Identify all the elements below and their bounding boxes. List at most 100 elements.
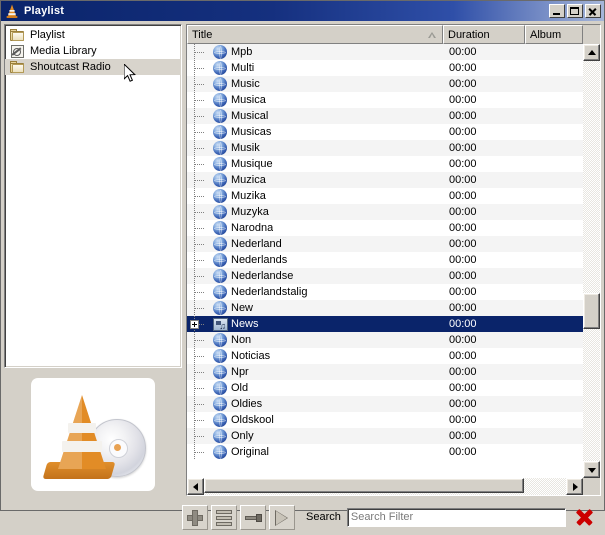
horizontal-scrollbar[interactable] [187, 478, 600, 495]
table-row[interactable]: Musica00:00 [187, 92, 583, 108]
cell-duration: 00:00 [443, 142, 525, 154]
table-row[interactable]: Nederlands 00:00 [187, 252, 583, 268]
table-row[interactable]: Nederlandse00:00 [187, 268, 583, 284]
globe-icon [213, 333, 227, 347]
table-row[interactable]: Nederlandstalig 00:00 [187, 284, 583, 300]
row-title: Old [231, 382, 248, 394]
globe-icon [213, 125, 227, 139]
table-row[interactable]: Mpb00:00 [187, 44, 583, 60]
tree-gutter [187, 268, 213, 284]
tree-gutter [187, 60, 213, 76]
tree-gutter [187, 172, 213, 188]
table-row[interactable]: Musicas00:00 [187, 124, 583, 140]
tree-gutter [187, 124, 213, 140]
row-title: News [231, 318, 259, 330]
row-title: Noticias [231, 350, 270, 362]
table-row[interactable]: Oldies00:00 [187, 396, 583, 412]
cell-title: Oldies [187, 396, 443, 412]
cell-duration: 00:00 [443, 414, 525, 426]
cell-duration: 00:00 [443, 110, 525, 122]
horizontal-scroll-track[interactable] [204, 478, 566, 495]
row-title: Npr [231, 366, 249, 378]
scroll-right-button[interactable] [566, 478, 583, 495]
table-row[interactable]: Only00:00 [187, 428, 583, 444]
table-row[interactable]: Music00:00 [187, 76, 583, 92]
cell-title: Musique [187, 156, 443, 172]
cell-duration: 00:00 [443, 318, 525, 330]
globe-icon [213, 413, 227, 427]
row-title: Musicas [231, 126, 271, 138]
row-title: Multi [231, 62, 254, 74]
table-row[interactable]: Oldskool00:00 [187, 412, 583, 428]
vlc-cone-artwork [31, 378, 155, 491]
row-title: Nederlandstalig [231, 286, 307, 298]
cell-duration: 00:00 [443, 366, 525, 378]
vertical-scroll-thumb[interactable] [583, 293, 600, 329]
table-row[interactable]: Npr 00:00 [187, 364, 583, 380]
globe-icon [213, 45, 227, 59]
table-row[interactable]: Nederland00:00 [187, 236, 583, 252]
table-row[interactable]: Muzyka00:00 [187, 204, 583, 220]
globe-icon [213, 141, 227, 155]
close-button[interactable] [585, 4, 601, 18]
table-row[interactable]: Original00:00 [187, 444, 583, 460]
tree-gutter [187, 316, 213, 332]
add-playlist-button[interactable] [182, 505, 208, 530]
sidebar-item-playlist[interactable]: Playlist [5, 27, 181, 43]
globe-icon [213, 445, 227, 459]
search-input[interactable] [347, 508, 566, 527]
title-bar[interactable]: Playlist [1, 1, 604, 21]
cell-duration: 00:00 [443, 446, 525, 458]
row-title: Nederland [231, 238, 282, 250]
source-tree[interactable]: Playlist Media Library Shoutcast Radio [4, 24, 182, 368]
cell-duration: 00:00 [443, 430, 525, 442]
row-title: Musik [231, 142, 260, 154]
vlc-cone-icon [4, 3, 20, 19]
table-row[interactable]: Muzika00:00 [187, 188, 583, 204]
scroll-left-button[interactable] [187, 478, 204, 495]
column-header-duration[interactable]: Duration [443, 25, 525, 44]
table-row[interactable]: Noticias00:00 [187, 348, 583, 364]
scroll-down-button[interactable] [583, 461, 600, 478]
playlist-options-button[interactable] [240, 505, 266, 530]
tree-gutter [187, 156, 213, 172]
cell-title: Old [187, 380, 443, 396]
row-title: Nederlands [231, 254, 287, 266]
maximize-button[interactable] [567, 4, 583, 18]
globe-icon [213, 173, 227, 187]
cell-duration: 00:00 [443, 206, 525, 218]
table-row[interactable]: Old00:00 [187, 380, 583, 396]
cell-title: Nederlands [187, 252, 443, 268]
sidebar-item-label: Media Library [30, 45, 97, 57]
cell-duration: 00:00 [443, 286, 525, 298]
table-row[interactable]: News 00:00 [187, 316, 583, 332]
cell-duration: 00:00 [443, 46, 525, 58]
table-row[interactable]: Narodna00:00 [187, 220, 583, 236]
table-row[interactable]: Muzica00:00 [187, 172, 583, 188]
sidebar-item-media-library[interactable]: Media Library [5, 43, 181, 59]
cell-title: Multi [187, 60, 443, 76]
cell-title: Music [187, 76, 443, 92]
minimize-button[interactable] [549, 4, 565, 18]
expand-node-icon[interactable] [190, 320, 199, 329]
tree-gutter [187, 92, 213, 108]
column-header-album[interactable]: Album [525, 25, 583, 44]
table-rows[interactable]: Mpb00:00Multi00:00Music00:00Musica00:00M… [187, 44, 583, 478]
play-mode-button[interactable] [269, 505, 295, 530]
scroll-up-button[interactable] [583, 44, 600, 61]
horizontal-scroll-thumb[interactable] [204, 478, 524, 493]
table-row[interactable]: Non00:00 [187, 332, 583, 348]
vertical-scroll-track[interactable] [583, 61, 600, 461]
table-row[interactable]: Multi00:00 [187, 60, 583, 76]
vertical-scrollbar[interactable] [583, 44, 600, 478]
playlist-view-button[interactable] [211, 505, 237, 530]
table-row[interactable]: Musique00:00 [187, 156, 583, 172]
table-row[interactable]: Musical00:00 [187, 108, 583, 124]
table-row[interactable]: New00:00 [187, 300, 583, 316]
clear-search-button[interactable] [572, 505, 598, 529]
globe-icon [213, 269, 227, 283]
table-row[interactable]: Musik 00:00 [187, 140, 583, 156]
column-header-title[interactable]: Title [187, 25, 443, 44]
cell-duration: 00:00 [443, 254, 525, 266]
sidebar-item-shoutcast-radio[interactable]: Shoutcast Radio [5, 59, 181, 75]
